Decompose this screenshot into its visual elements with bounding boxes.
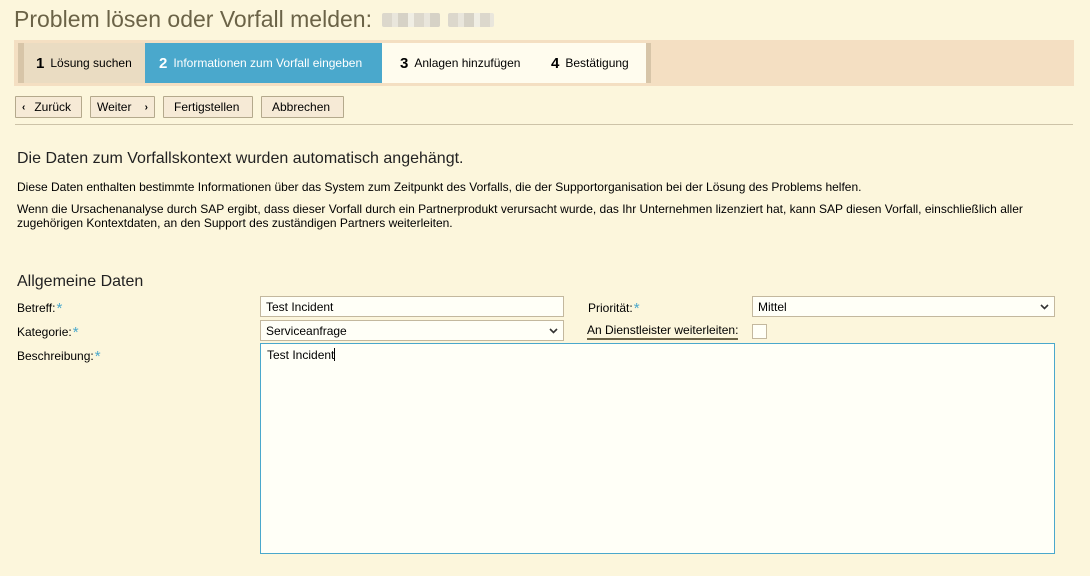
roadmap-end-edge bbox=[646, 43, 651, 83]
toolbar: ‹ Zurück Weiter › Fertigstellen Abbreche… bbox=[15, 96, 344, 118]
context-paragraph-2: Wenn die Ursachenanalyse durch SAP ergib… bbox=[17, 202, 1023, 230]
chevron-left-icon: ‹ bbox=[22, 101, 26, 113]
required-marker: * bbox=[633, 300, 640, 317]
category-label-text: Kategorie: bbox=[17, 325, 72, 339]
redacted-system-name bbox=[381, 12, 440, 27]
roadmap-step-4[interactable]: 4 Bestätigung bbox=[535, 43, 646, 83]
context-heading: Die Daten zum Vorfallskontext wurden aut… bbox=[17, 150, 464, 167]
chevron-right-icon: › bbox=[144, 101, 148, 113]
priority-value: Mittel bbox=[758, 299, 787, 314]
back-button-label: Zurück bbox=[34, 100, 72, 114]
finish-button[interactable]: Fertigstellen bbox=[163, 96, 253, 118]
context-paragraph-1: Diese Daten enthalten bestimmte Informat… bbox=[17, 180, 862, 194]
back-button[interactable]: ‹ Zurück bbox=[15, 96, 82, 118]
required-marker: * bbox=[72, 324, 79, 341]
step-number: 2 bbox=[159, 54, 168, 72]
redacted-client-name bbox=[447, 12, 494, 27]
roadmap-step-1[interactable]: 1 Lösung suchen bbox=[24, 43, 145, 83]
step-label: Informationen zum Vorfall eingeben bbox=[173, 56, 363, 70]
description-label: Beschreibung:* bbox=[17, 347, 101, 365]
roadmap-step-2-active[interactable]: 2 Informationen zum Vorfall eingeben bbox=[145, 43, 382, 83]
next-button[interactable]: Weiter › bbox=[90, 96, 155, 118]
divider bbox=[15, 124, 1073, 125]
forward-label: An Dienstleister weiterleiten: bbox=[587, 323, 739, 340]
page-title: Problem lösen oder Vorfall melden: bbox=[14, 6, 494, 33]
description-value: Test Incident bbox=[267, 348, 335, 362]
priority-label-text: Priorität: bbox=[588, 301, 633, 315]
subject-value: Test Incident bbox=[266, 299, 334, 314]
chevron-down-icon bbox=[549, 327, 558, 334]
description-label-text: Beschreibung: bbox=[17, 349, 94, 363]
text-cursor bbox=[334, 348, 336, 361]
description-textarea[interactable]: Test Incident bbox=[260, 343, 1055, 554]
step-number: 3 bbox=[400, 54, 409, 72]
subject-label-text: Betreff: bbox=[17, 301, 56, 315]
category-value: Serviceanfrage bbox=[266, 323, 347, 338]
cancel-button[interactable]: Abbrechen bbox=[261, 96, 344, 118]
priority-select[interactable]: Mittel bbox=[752, 296, 1055, 317]
next-button-label: Weiter bbox=[97, 100, 132, 114]
step-number: 4 bbox=[551, 54, 560, 72]
priority-label: Priorität:* bbox=[588, 299, 640, 317]
subject-field[interactable]: Test Incident bbox=[260, 296, 564, 317]
step-label: Bestätigung bbox=[565, 56, 629, 70]
roadmap: 1 Lösung suchen 2 Informationen zum Vorf… bbox=[14, 40, 1074, 86]
finish-button-label: Fertigstellen bbox=[174, 100, 240, 114]
chevron-down-icon bbox=[1040, 303, 1049, 310]
step-number: 1 bbox=[36, 54, 45, 72]
step-label: Lösung suchen bbox=[50, 56, 132, 70]
subject-label: Betreff:* bbox=[17, 299, 63, 317]
section-title: Allgemeine Daten bbox=[17, 273, 144, 290]
required-marker: * bbox=[56, 300, 63, 317]
step-label: Anlagen hinzufügen bbox=[414, 56, 521, 70]
required-marker: * bbox=[94, 348, 101, 365]
category-label: Kategorie:* bbox=[17, 323, 79, 341]
cancel-button-label: Abbrechen bbox=[272, 100, 331, 114]
roadmap-step-3[interactable]: 3 Anlagen hinzufügen bbox=[382, 43, 535, 83]
forward-checkbox[interactable] bbox=[752, 324, 767, 339]
category-select[interactable]: Serviceanfrage bbox=[260, 320, 564, 341]
page-title-text: Problem lösen oder Vorfall melden: bbox=[14, 6, 372, 32]
